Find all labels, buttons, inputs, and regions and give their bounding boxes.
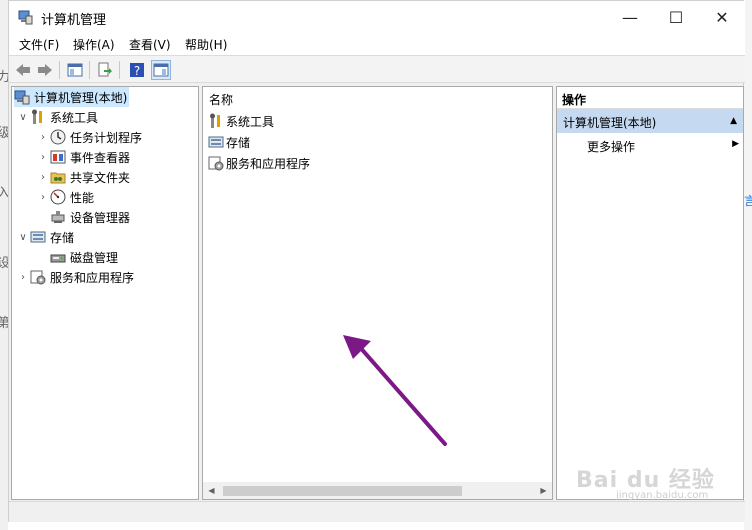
expand-chevron-icon[interactable]: › xyxy=(36,152,50,163)
more-actions-item[interactable]: 更多操作 xyxy=(587,138,635,155)
list-item-label: 服务和应用程序 xyxy=(226,156,311,171)
storage-icon xyxy=(208,136,224,148)
results-pane[interactable]: 名称 系统工具 存储 服务和应用程序 ◀ ▶ xyxy=(202,86,553,500)
actions-section-label: 计算机管理(本地) xyxy=(563,116,657,130)
show-hide-tree-button[interactable] xyxy=(65,60,85,80)
column-header-name[interactable]: 名称 xyxy=(209,91,233,108)
tree-item-label: 系统工具 xyxy=(50,110,99,125)
list-item-label: 系统工具 xyxy=(226,114,275,129)
tree-item-device-manager[interactable]: 设备管理器 xyxy=(50,207,130,227)
tree-item-label: 服务和应用程序 xyxy=(50,270,135,285)
console-tree-pane[interactable]: 计算机管理(本地) ∨ 系统工具 › 任务计划程序 › 事件查看器 › 共享文件… xyxy=(11,86,199,500)
export-list-button[interactable] xyxy=(95,60,115,80)
services-icon xyxy=(30,270,46,285)
tree-item-root[interactable]: 计算机管理(本地) xyxy=(14,87,130,107)
tree-item-shared-folders[interactable]: › 共享文件夹 xyxy=(36,167,130,187)
actions-section-computer-management[interactable]: 计算机管理(本地) ▲ xyxy=(557,109,743,133)
back-icon xyxy=(16,64,30,76)
tree-item-label: 共享文件夹 xyxy=(70,170,131,185)
task-scheduler-icon xyxy=(50,129,66,145)
disk-management-icon xyxy=(50,254,66,263)
services-icon xyxy=(208,156,224,171)
tree-item-performance[interactable]: › 性能 xyxy=(36,187,94,207)
tools-icon xyxy=(32,109,42,124)
collapse-chevron-icon[interactable]: ∨ xyxy=(16,112,30,123)
scroll-right-icon[interactable]: ▶ xyxy=(535,482,552,499)
console-view-icon xyxy=(153,63,169,77)
shared-folders-icon xyxy=(50,172,66,184)
computer-management-icon xyxy=(18,10,33,25)
svg-text:?: ? xyxy=(134,64,140,78)
forward-button[interactable] xyxy=(35,60,55,80)
help-icon: ? xyxy=(130,63,144,78)
list-item[interactable]: 存储 xyxy=(208,132,250,152)
export-list-icon xyxy=(98,62,112,77)
maximize-button[interactable]: ☐ xyxy=(653,1,699,33)
tree-item-system-tools[interactable]: ∨ 系统工具 xyxy=(16,107,98,127)
close-button[interactable]: ✕ xyxy=(699,1,745,33)
tree-item-storage[interactable]: ∨ 存储 xyxy=(16,227,74,247)
show-hide-tree-icon xyxy=(67,63,83,77)
back-button[interactable] xyxy=(13,60,33,80)
background-text-fragment: 言 xyxy=(744,194,752,208)
event-viewer-icon xyxy=(50,150,66,164)
list-item-label: 存储 xyxy=(226,135,251,150)
device-manager-icon xyxy=(51,211,65,223)
status-bar xyxy=(9,501,745,522)
submenu-arrow-icon: ▶ xyxy=(732,139,739,149)
menu-bar: 文件(F) 操作(A) 查看(V) 帮助(H) xyxy=(9,33,745,55)
horizontal-scrollbar[interactable]: ◀ ▶ xyxy=(203,482,552,499)
computer-management-window: 计算机管理 — ☐ ✕ 文件(F) 操作(A) 查看(V) 帮助(H) ? 计算… xyxy=(8,0,745,522)
menu-file[interactable]: 文件(F) xyxy=(19,36,59,53)
tree-item-label: 计算机管理(本地) xyxy=(34,90,128,105)
expand-chevron-icon[interactable]: › xyxy=(36,192,50,203)
tree-item-label: 设备管理器 xyxy=(70,210,131,225)
tree-item-label: 存储 xyxy=(50,230,75,245)
minimize-button[interactable]: — xyxy=(607,1,653,33)
toolbar-separator xyxy=(59,61,60,79)
expand-chevron-icon[interactable]: › xyxy=(16,272,30,283)
forward-icon xyxy=(38,64,52,76)
tools-icon xyxy=(210,113,220,128)
expand-chevron-icon[interactable]: › xyxy=(36,172,50,183)
collapse-chevron-icon[interactable]: ∨ xyxy=(16,232,30,243)
toolbar-separator xyxy=(89,61,90,79)
collapse-triangle-icon[interactable]: ▲ xyxy=(730,116,737,126)
help-button[interactable]: ? xyxy=(127,60,147,80)
desktop-background-right: 言 xyxy=(744,0,752,530)
window-title: 计算机管理 xyxy=(41,13,107,28)
scrollbar-thumb[interactable] xyxy=(223,486,462,496)
tree-item-label: 性能 xyxy=(70,190,95,205)
tree-item-label: 任务计划程序 xyxy=(70,130,143,145)
list-item[interactable]: 服务和应用程序 xyxy=(208,153,310,173)
tree-item-label: 磁盘管理 xyxy=(70,250,119,265)
tree-item-disk-management[interactable]: 磁盘管理 xyxy=(50,247,118,267)
toolbar-separator xyxy=(119,61,120,79)
expand-chevron-icon[interactable]: › xyxy=(36,132,50,143)
watermark-url: jingyan.baidu.com xyxy=(616,490,709,501)
performance-icon xyxy=(50,189,66,205)
tree-item-services-applications[interactable]: › 服务和应用程序 xyxy=(16,267,134,287)
actions-header: 操作 xyxy=(557,87,743,109)
desktop-background-left: 力 级 入 设 第 xyxy=(0,0,10,530)
tree-item-task-scheduler[interactable]: › 任务计划程序 xyxy=(36,127,142,147)
console-view-button[interactable] xyxy=(151,60,171,80)
tree-item-event-viewer[interactable]: › 事件查看器 xyxy=(36,147,130,167)
menu-help[interactable]: 帮助(H) xyxy=(185,36,227,53)
computer-management-icon xyxy=(14,90,30,105)
toolbar: ? xyxy=(9,55,745,83)
menu-view[interactable]: 查看(V) xyxy=(129,36,171,53)
tree-item-label: 事件查看器 xyxy=(70,150,131,165)
actions-pane: 操作 计算机管理(本地) ▲ 更多操作 ▶ xyxy=(556,86,744,500)
storage-icon xyxy=(30,231,46,243)
scroll-left-icon[interactable]: ◀ xyxy=(203,482,220,499)
menu-action[interactable]: 操作(A) xyxy=(73,36,115,53)
list-item[interactable]: 系统工具 xyxy=(208,111,274,131)
title-bar[interactable]: 计算机管理 — ☐ ✕ xyxy=(9,1,745,33)
